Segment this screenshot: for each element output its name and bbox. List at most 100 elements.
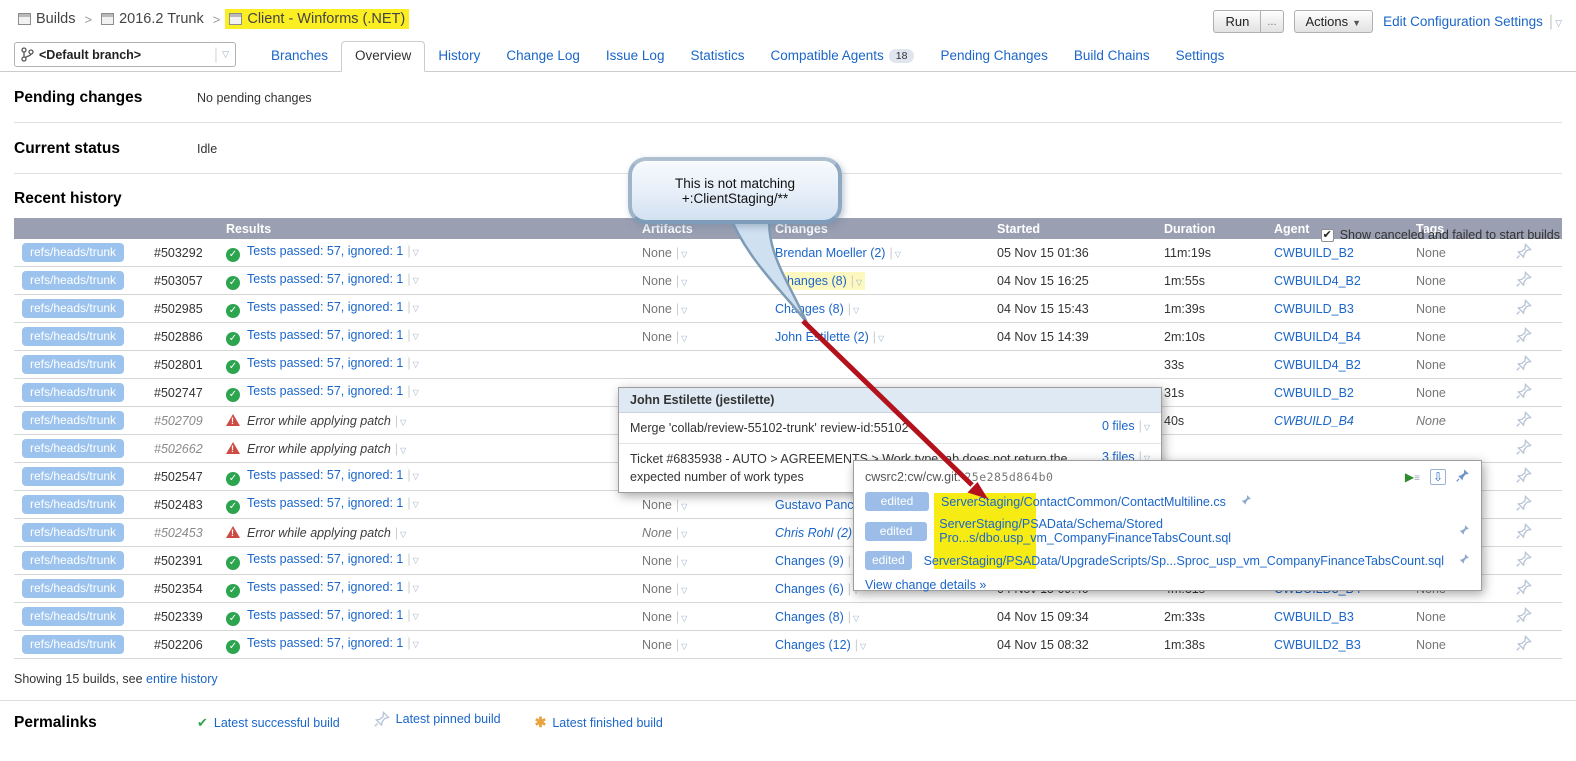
dropdown-toggle-icon[interactable]: |▽ (395, 442, 406, 456)
pin-icon[interactable] (373, 711, 390, 727)
agent-link[interactable]: CWBUILD4_B4 (1274, 330, 1361, 344)
pin-icon[interactable] (1516, 466, 1532, 483)
pin-icon[interactable] (1516, 550, 1532, 567)
run-build-with-change-icon[interactable]: ▶≡ (1405, 470, 1420, 484)
dropdown-toggle-icon[interactable]: |▽ (407, 552, 418, 566)
tab-history[interactable]: History (425, 42, 493, 71)
show-canceled-checkbox[interactable]: ✔ (1320, 228, 1334, 242)
pin-icon[interactable] (1516, 578, 1532, 595)
dropdown-toggle-icon[interactable]: |▽ (676, 526, 687, 540)
breadcrumb-link[interactable]: Client - Winforms (.NET) (247, 11, 405, 27)
build-result-link[interactable]: Tests passed: 57, ignored: 1 (247, 468, 403, 482)
run-options-button[interactable]: ... (1261, 10, 1284, 33)
pin-icon[interactable] (1516, 382, 1532, 399)
dropdown-toggle-icon[interactable]: |▽ (889, 246, 900, 260)
open-in-ide-icon[interactable] (1458, 524, 1470, 539)
pin-icon[interactable] (1516, 494, 1532, 511)
pin-icon[interactable] (1516, 326, 1532, 343)
build-result-link[interactable]: Tests passed: 57, ignored: 1 (247, 608, 403, 622)
tab-statistics[interactable]: Statistics (677, 42, 757, 71)
agent-link[interactable]: CWBUILD_B2 (1274, 246, 1354, 260)
tab-build-chains[interactable]: Build Chains (1061, 42, 1163, 71)
dropdown-toggle-icon[interactable]: |▽ (676, 498, 687, 512)
files-count-link[interactable]: 0 files (1102, 419, 1135, 433)
artifacts-value[interactable]: None (642, 554, 672, 568)
changes-link[interactable]: Changes (6) (775, 582, 844, 596)
dropdown-toggle-icon[interactable]: |▽ (676, 330, 687, 344)
dropdown-toggle-icon[interactable]: |▽ (395, 526, 406, 540)
branch-selector[interactable]: <Default branch> | ▽ (14, 42, 236, 67)
dropdown-toggle-icon[interactable]: |▽ (407, 496, 418, 510)
build-result-link[interactable]: Tests passed: 57, ignored: 1 (247, 328, 403, 342)
edit-configuration-link[interactable]: Edit Configuration Settings (1383, 14, 1543, 29)
artifacts-value[interactable]: None (642, 526, 672, 540)
chevron-down-icon[interactable]: ▽ (1555, 18, 1562, 28)
artifacts-value[interactable]: None (642, 582, 672, 596)
pin-icon[interactable] (1516, 438, 1532, 455)
dropdown-toggle-icon[interactable]: |▽ (855, 638, 866, 652)
run-button[interactable]: Run (1213, 10, 1262, 33)
artifacts-value[interactable]: None (642, 330, 672, 344)
pin-icon[interactable] (1516, 298, 1532, 315)
build-result-link[interactable]: Tests passed: 57, ignored: 1 (247, 272, 403, 286)
agent-link[interactable]: CWBUILD4_B2 (1274, 358, 1361, 372)
build-result-link[interactable]: Tests passed: 57, ignored: 1 (247, 636, 403, 650)
agent-link[interactable]: CWBUILD_B3 (1274, 302, 1354, 316)
open-in-ide-icon[interactable] (1240, 494, 1252, 509)
dropdown-toggle-icon[interactable]: |▽ (407, 608, 418, 622)
pin-icon[interactable] (1516, 242, 1532, 259)
changes-link[interactable]: Changes (8) (775, 302, 844, 316)
dropdown-toggle-icon[interactable]: |▽ (407, 636, 418, 650)
pin-icon[interactable] (1516, 270, 1532, 287)
dropdown-toggle-icon[interactable]: |▽ (407, 244, 418, 258)
breadcrumb-link[interactable]: Builds (36, 11, 76, 27)
agent-link[interactable]: CWBUILD_B3 (1274, 610, 1354, 624)
dropdown-toggle-icon[interactable]: |▽ (851, 274, 862, 288)
build-result-link[interactable]: Tests passed: 57, ignored: 1 (247, 580, 403, 594)
actions-button[interactable]: Actions ▼ (1293, 10, 1374, 33)
dropdown-toggle-icon[interactable]: |▽ (407, 468, 418, 482)
build-result-link[interactable]: Tests passed: 57, ignored: 1 (247, 300, 403, 314)
agent-link[interactable]: CWBUILD_B4 (1274, 414, 1354, 428)
dropdown-toggle-icon[interactable]: |▽ (676, 554, 687, 568)
permalink-link[interactable]: Latest successful build (214, 716, 340, 730)
dropdown-toggle-icon[interactable]: |▽ (676, 638, 687, 652)
pin-icon[interactable] (1516, 634, 1532, 651)
changes-link[interactable]: Changes (12) (775, 638, 851, 652)
dropdown-toggle-icon[interactable]: |▽ (395, 414, 406, 428)
artifacts-value[interactable]: None (642, 610, 672, 624)
entire-history-link[interactable]: entire history (146, 672, 218, 686)
view-change-details-link[interactable]: View change details » (865, 578, 986, 592)
tab-branches[interactable]: Branches (258, 42, 341, 71)
changes-link[interactable]: Changes (8) (775, 610, 844, 624)
download-patch-icon[interactable]: ⇩ (1429, 468, 1446, 485)
artifacts-value[interactable]: None (642, 498, 672, 512)
dropdown-toggle-icon[interactable]: |▽ (1139, 419, 1150, 433)
agent-link[interactable]: CWBUILD_B2 (1274, 386, 1354, 400)
pin-icon[interactable] (1516, 354, 1532, 371)
open-in-ide-icon[interactable] (1456, 468, 1470, 485)
dropdown-toggle-icon[interactable]: |▽ (407, 272, 418, 286)
file-path-link[interactable]: ServerStaging/PSAData/Schema/Stored Pro.… (939, 517, 1444, 545)
changes-link[interactable]: Changes (8) (778, 274, 847, 288)
build-result-link[interactable]: Tests passed: 57, ignored: 1 (247, 244, 403, 258)
build-result-link[interactable]: Tests passed: 57, ignored: 1 (247, 384, 403, 398)
permalink-link[interactable]: Latest pinned build (396, 712, 501, 726)
build-result-link[interactable]: Tests passed: 57, ignored: 1 (247, 356, 403, 370)
build-result-link[interactable]: Tests passed: 57, ignored: 1 (247, 552, 403, 566)
dropdown-toggle-icon[interactable]: |▽ (407, 300, 418, 314)
dropdown-toggle-icon[interactable]: |▽ (407, 580, 418, 594)
file-path-link[interactable]: ServerStaging/PSAData/UpgradeScripts/Sp.… (924, 554, 1444, 568)
dropdown-toggle-icon[interactable]: |▽ (407, 328, 418, 342)
open-in-ide-icon[interactable] (1458, 553, 1470, 568)
tab-compatible-agents[interactable]: Compatible Agents 18 (757, 42, 927, 71)
dropdown-toggle-icon[interactable]: |▽ (873, 330, 884, 344)
dropdown-toggle-icon[interactable]: |▽ (676, 302, 687, 316)
build-result-link[interactable]: Tests passed: 57, ignored: 1 (247, 496, 403, 510)
permalink-link[interactable]: Latest finished build (552, 716, 663, 730)
pin-icon[interactable] (1516, 410, 1532, 427)
artifacts-value[interactable]: None (642, 274, 672, 288)
dropdown-toggle-icon[interactable]: |▽ (848, 302, 859, 316)
agent-link[interactable]: CWBUILD4_B2 (1274, 274, 1361, 288)
changes-link[interactable]: John Estilette (2) (775, 330, 869, 344)
